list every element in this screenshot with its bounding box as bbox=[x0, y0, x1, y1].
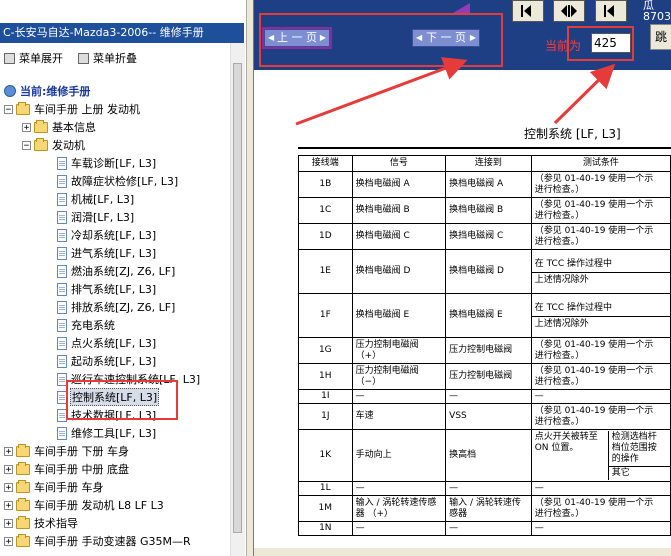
annotation-arrows bbox=[295, 57, 616, 126]
